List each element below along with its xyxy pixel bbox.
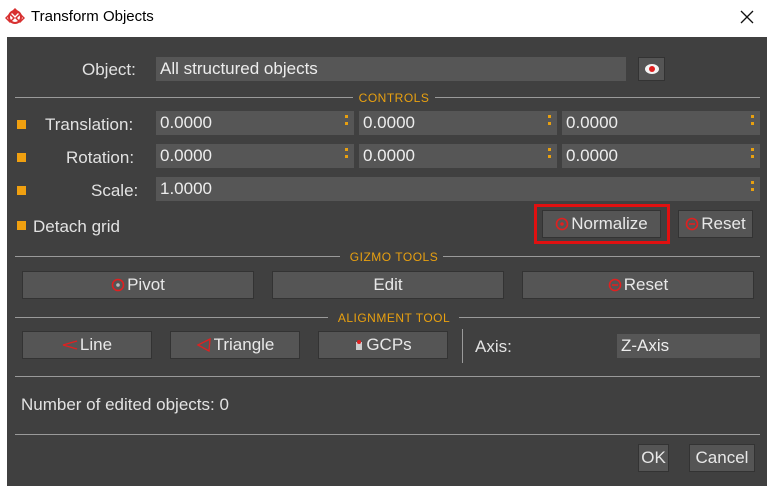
dialog-body: Object: All structured objects CONTROLS … xyxy=(7,37,767,486)
pivot-icon xyxy=(111,278,125,292)
reset-icon xyxy=(608,278,622,292)
translation-x-input[interactable]: 0.0000 xyxy=(156,111,354,135)
spinner-icon[interactable] xyxy=(751,115,754,131)
axis-label: Axis: xyxy=(475,337,512,356)
controls-section-header: CONTROLS xyxy=(15,91,760,105)
normalize-button[interactable]: Normalize xyxy=(542,210,661,238)
divider xyxy=(15,376,760,377)
triangle-icon xyxy=(196,338,211,352)
gizmo-title: GIZMO TOOLS xyxy=(349,250,439,264)
alignment-section-header: ALIGNMENT TOOL xyxy=(15,311,760,325)
object-label: Object: xyxy=(82,60,136,79)
gizmo-reset-button[interactable]: Reset xyxy=(522,271,754,299)
spinner-icon[interactable] xyxy=(751,148,754,164)
rotation-y-input[interactable]: 0.0000 xyxy=(359,144,557,168)
eye-icon xyxy=(644,64,659,74)
controls-title: CONTROLS xyxy=(358,91,430,105)
detach-grid-label: Detach grid xyxy=(33,217,120,236)
spinner-icon[interactable] xyxy=(548,148,551,164)
scale-label: Scale: xyxy=(91,181,139,200)
window-title: Transform Objects xyxy=(31,8,154,25)
alignment-separator xyxy=(462,329,463,363)
pivot-button[interactable]: Pivot xyxy=(22,271,254,299)
app-logo-icon xyxy=(5,8,25,24)
close-button[interactable] xyxy=(727,0,767,34)
gcps-alignment-button[interactable]: GCPs xyxy=(318,331,448,359)
line-alignment-button[interactable]: Line xyxy=(22,331,152,359)
gcp-icon xyxy=(356,340,363,350)
gizmo-section-header: GIZMO TOOLS xyxy=(15,250,760,264)
axis-dropdown[interactable]: Z-Axis xyxy=(617,334,760,358)
line-tool-icon xyxy=(62,340,78,350)
object-selector[interactable]: All structured objects xyxy=(156,57,626,81)
translation-indicator[interactable] xyxy=(17,120,26,129)
spinner-icon[interactable] xyxy=(548,115,551,131)
triangle-alignment-button[interactable]: Triangle xyxy=(170,331,300,359)
alignment-title: ALIGNMENT TOOL xyxy=(337,311,451,325)
rotation-indicator[interactable] xyxy=(17,153,26,162)
translation-label: Translation: xyxy=(45,115,134,134)
rotation-label: Rotation: xyxy=(66,148,135,167)
cancel-button[interactable]: Cancel xyxy=(689,444,755,472)
edit-gizmo-button[interactable]: Edit xyxy=(272,271,504,299)
scale-input[interactable]: 1.0000 xyxy=(156,177,760,201)
spinner-icon[interactable] xyxy=(345,115,348,131)
title-bar: Transform Objects xyxy=(0,0,767,34)
ok-button[interactable]: OK xyxy=(638,444,669,472)
edited-objects-count: Number of edited objects: 0 xyxy=(21,395,229,414)
translation-z-input[interactable]: 0.0000 xyxy=(562,111,760,135)
controls-reset-button[interactable]: Reset xyxy=(678,210,753,238)
spinner-icon[interactable] xyxy=(345,148,348,164)
close-icon xyxy=(740,10,754,24)
translation-y-input[interactable]: 0.0000 xyxy=(359,111,557,135)
target-icon xyxy=(555,217,569,231)
rotation-z-input[interactable]: 0.0000 xyxy=(562,144,760,168)
pick-object-button[interactable] xyxy=(638,57,665,81)
divider xyxy=(15,434,760,435)
reset-icon xyxy=(685,217,699,231)
scale-indicator[interactable] xyxy=(17,186,26,195)
spinner-icon[interactable] xyxy=(751,181,754,197)
detach-grid-checkbox[interactable] xyxy=(17,221,26,230)
rotation-x-input[interactable]: 0.0000 xyxy=(156,144,354,168)
